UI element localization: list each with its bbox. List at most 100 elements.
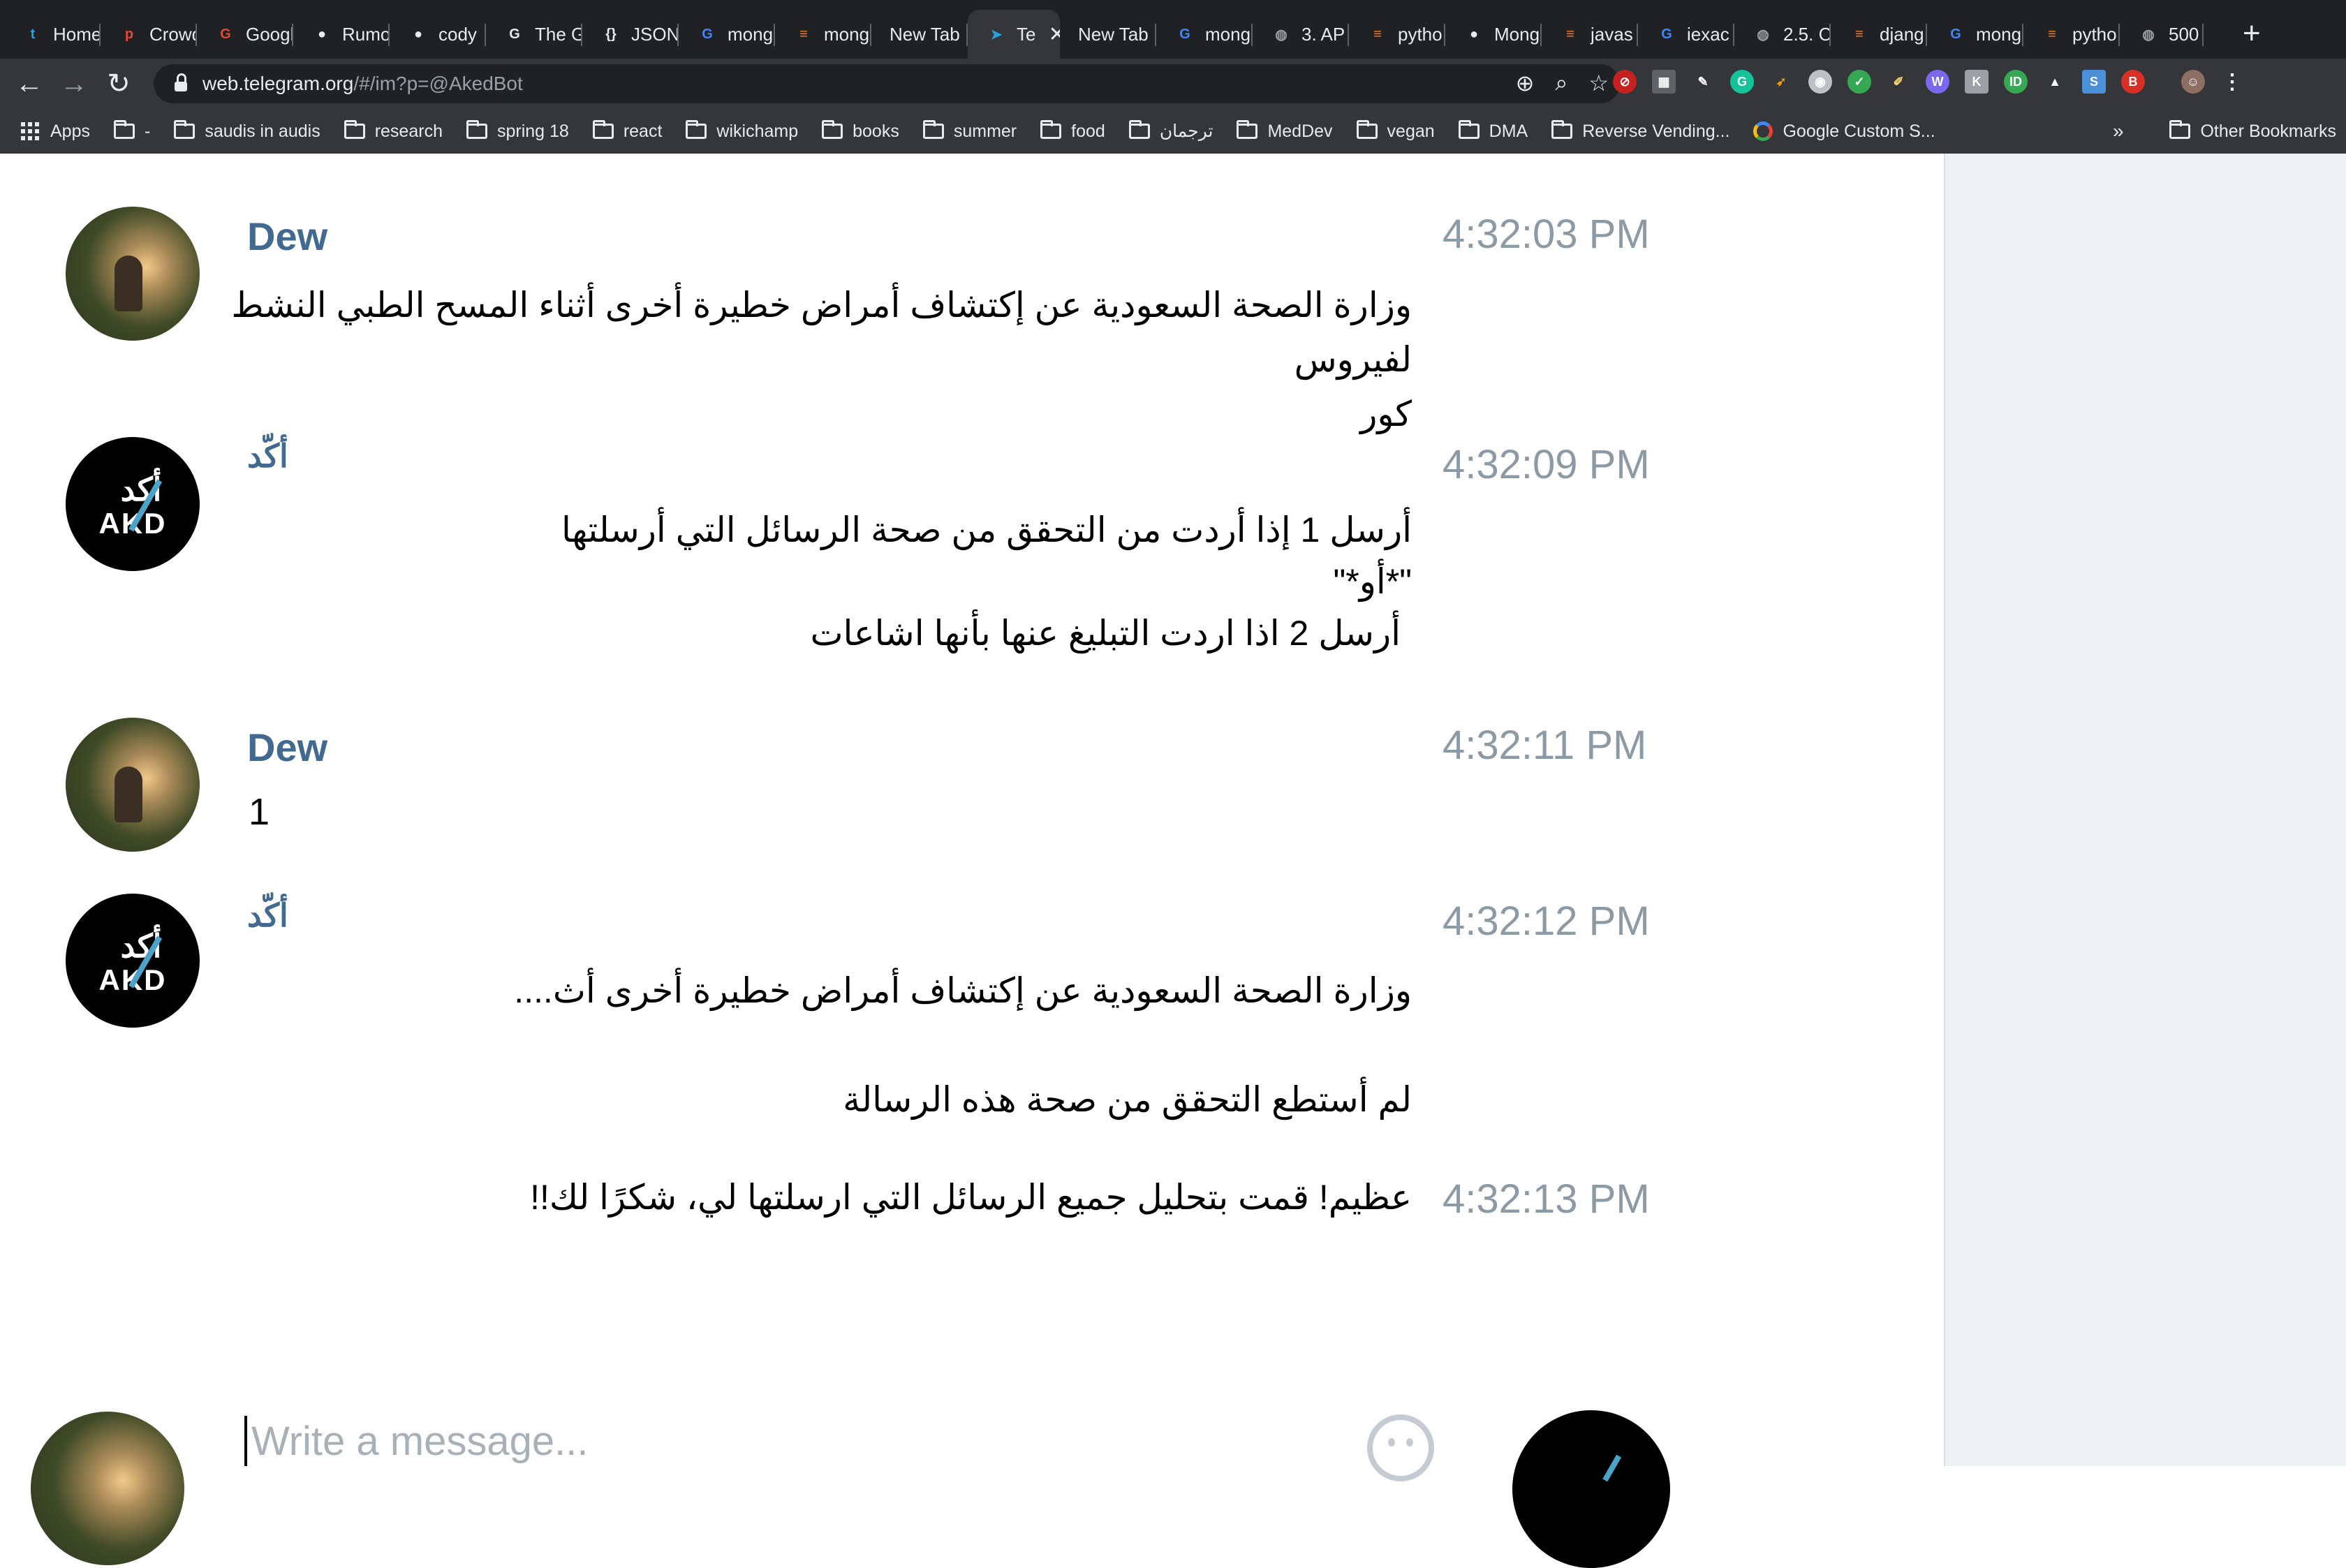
message-time: 4:32:03 PM bbox=[1443, 212, 1650, 257]
address-bar[interactable]: web.telegram.org/#/im?p=@AkedBot ⊕ ⌕ ☆ bbox=[154, 64, 1620, 103]
message-text: وزارة الصحة السعودية عن إكتشاف أمراض خطي… bbox=[514, 971, 1412, 1010]
folder-icon bbox=[1551, 120, 1573, 139]
bookmark-label: Apps bbox=[50, 121, 90, 141]
bookmark-item[interactable]: summer bbox=[922, 120, 1017, 142]
tab-label: mong bbox=[1976, 23, 2022, 45]
browser-tab[interactable]: p Crowd bbox=[101, 10, 197, 59]
sender-name[interactable]: أكّد bbox=[247, 896, 288, 934]
sender-name[interactable]: Dew bbox=[247, 725, 327, 770]
w-extension-icon[interactable]: W bbox=[1926, 70, 1949, 94]
s-extension-icon[interactable]: S bbox=[2082, 70, 2106, 94]
shield-extension-icon[interactable]: ✓ bbox=[1847, 70, 1871, 94]
github-icon: ● bbox=[413, 26, 423, 42]
bookmark-item[interactable]: spring 18 bbox=[466, 120, 569, 142]
lock-icon bbox=[175, 73, 187, 91]
reload-icon[interactable]: ↻ bbox=[102, 67, 135, 101]
bookmarks-overflow-chevron[interactable]: » bbox=[2113, 120, 2124, 142]
bookmark-item[interactable]: MedDev bbox=[1237, 120, 1333, 142]
new-tab-button[interactable]: + bbox=[2243, 15, 2261, 52]
browser-tab[interactable]: ◍ 2.5. C bbox=[1734, 10, 1831, 59]
bookmark-item[interactable]: Google Custom S... bbox=[1753, 121, 1935, 142]
folder-icon bbox=[344, 120, 365, 139]
google-icon: G bbox=[702, 26, 713, 42]
bookmark-item[interactable]: DMA bbox=[1458, 120, 1528, 142]
browser-tab[interactable]: G Google bbox=[197, 10, 293, 59]
browser-tab[interactable]: ◍ 3. AP bbox=[1253, 10, 1349, 59]
bookmark-label: Google Custom S... bbox=[1783, 121, 1935, 141]
avatar-dew[interactable] bbox=[66, 718, 200, 852]
bookmark-item[interactable]: research bbox=[344, 120, 443, 142]
circle-extension-icon[interactable]: ◉ bbox=[1808, 70, 1832, 94]
browser-tab[interactable]: Gmong bbox=[679, 10, 775, 59]
bookmark-label: books bbox=[853, 121, 899, 141]
emoji-smiley-icon[interactable] bbox=[1367, 1414, 1434, 1481]
message-line: وزارة الصحة السعودية عن إكتشاف أمراض خطي… bbox=[231, 286, 1412, 379]
right-side-panel bbox=[1944, 154, 2346, 1466]
forward-arrow-icon[interactable]: → bbox=[57, 67, 91, 101]
tab-label: Google bbox=[246, 23, 293, 45]
add-icon[interactable]: ⊕ bbox=[1516, 70, 1535, 96]
folder-icon bbox=[1128, 120, 1150, 139]
bookmark-item[interactable]: Reverse Vending... bbox=[1551, 120, 1729, 142]
avatar-akd-bot[interactable]: أكد AKD bbox=[66, 894, 200, 1028]
google-plus-icon: G bbox=[220, 26, 231, 42]
browser-tab[interactable]: Gmong bbox=[1927, 10, 2023, 59]
browser-tab[interactable]: t Home bbox=[4, 10, 101, 59]
bookmark-item[interactable]: vegan bbox=[1356, 120, 1435, 142]
browser-tab[interactable]: ● cody bbox=[390, 10, 486, 59]
browser-tab[interactable]: ◍ 500 I bbox=[2120, 10, 2204, 59]
puzzle-extension-icon[interactable]: ▦ bbox=[1652, 70, 1676, 94]
bookmark-item[interactable]: wikichamp bbox=[686, 120, 798, 142]
k-extension-icon[interactable]: K bbox=[1965, 70, 1989, 94]
message-line: أرسل 1 إذا أردت من التحقق من صحة الرسائل… bbox=[561, 510, 1412, 549]
bookmark-item[interactable]: saudis in audis bbox=[174, 120, 320, 142]
browser-tab[interactable]: New Tab bbox=[871, 10, 968, 59]
g-icon: G bbox=[509, 26, 520, 42]
browser-tab[interactable]: ● Mong bbox=[1445, 10, 1542, 59]
other-bookmarks[interactable]: Other Bookmarks bbox=[2169, 120, 2336, 142]
menu-dots-icon[interactable]: ⋮ bbox=[2220, 70, 2244, 94]
browser-tab[interactable]: Gmong bbox=[1156, 10, 1253, 59]
browser-tab[interactable]: {} JSON bbox=[582, 10, 679, 59]
pen-extension-icon[interactable]: ✎ bbox=[1691, 70, 1715, 94]
block-extension-icon[interactable]: ⊘ bbox=[1613, 70, 1637, 94]
sender-name[interactable]: أكّد bbox=[247, 437, 288, 475]
id-extension-icon[interactable]: ID bbox=[2004, 70, 2028, 94]
bird-extension-icon[interactable]: ➶ bbox=[1769, 70, 1793, 94]
bookmark-item[interactable]: food bbox=[1040, 120, 1105, 142]
bookmark-item[interactable]: Apps bbox=[21, 121, 90, 142]
bookmark-item[interactable]: react bbox=[592, 120, 662, 142]
message-text: 1 bbox=[249, 791, 270, 833]
profile-avatar[interactable]: ☺ bbox=[2181, 70, 2205, 94]
stackoverflow-icon: ≡ bbox=[2048, 26, 2056, 42]
bookmark-item[interactable]: - bbox=[113, 120, 150, 142]
sender-name[interactable]: Dew bbox=[247, 214, 327, 259]
browser-tab[interactable]: ≡ mong bbox=[775, 10, 871, 59]
avatar-dew[interactable] bbox=[66, 207, 200, 341]
browser-tab[interactable]: ≡ djang bbox=[1831, 10, 1927, 59]
star-bookmark-icon[interactable]: ☆ bbox=[1588, 70, 1609, 96]
browser-tab[interactable]: ● Rumor bbox=[293, 10, 390, 59]
browser-tab[interactable]: ➤ Te ✕ bbox=[968, 10, 1060, 59]
bookmark-item[interactable]: ترجمان bbox=[1128, 120, 1213, 142]
browser-tab[interactable]: ≡ pytho bbox=[1349, 10, 1445, 59]
browser-tab[interactable]: ≡ javas bbox=[1542, 10, 1638, 59]
b-extension-icon[interactable]: B bbox=[2121, 70, 2145, 94]
browser-tab[interactable]: New Tab bbox=[1060, 10, 1156, 59]
grammarly-icon[interactable]: G bbox=[1730, 70, 1754, 94]
folder-icon bbox=[2169, 120, 2191, 139]
bookmark-item[interactable]: books bbox=[822, 120, 899, 142]
avatar-akd-bot[interactable]: أكد AKD bbox=[66, 437, 200, 571]
message-input[interactable] bbox=[244, 1416, 1362, 1466]
globe-icon: ◍ bbox=[1275, 27, 1288, 43]
drive-icon[interactable]: ▲ bbox=[2043, 70, 2067, 94]
browser-tab[interactable]: G The G bbox=[486, 10, 582, 59]
highlighter-extension-icon[interactable]: ✐ bbox=[1887, 70, 1910, 94]
back-arrow-icon[interactable]: ← bbox=[13, 67, 46, 101]
bookmark-label: food bbox=[1071, 121, 1105, 141]
browser-tab[interactable]: ≡ pytho bbox=[2023, 10, 2120, 59]
bookmark-label: vegan bbox=[1387, 121, 1435, 141]
close-tab-icon[interactable]: ✕ bbox=[1048, 22, 1060, 47]
browser-tab[interactable]: Giexac bbox=[1638, 10, 1734, 59]
zoom-icon[interactable]: ⌕ bbox=[1555, 70, 1567, 96]
